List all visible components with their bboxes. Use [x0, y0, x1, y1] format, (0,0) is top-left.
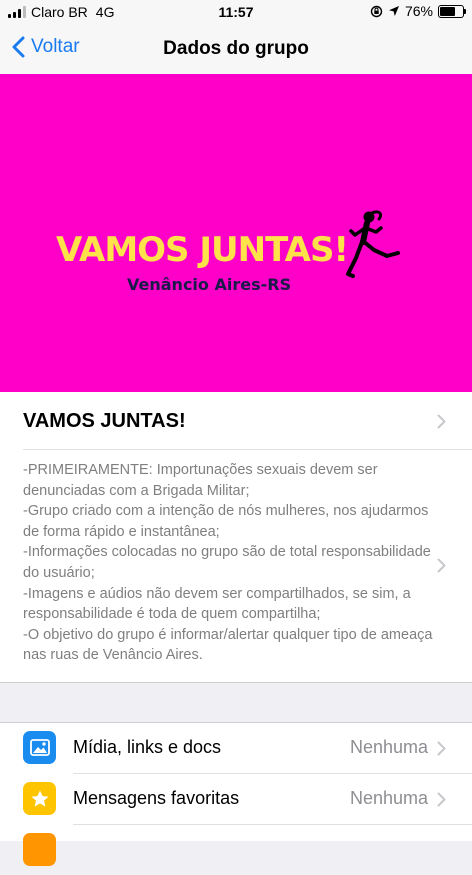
banner-subtitle: Venâncio Aires-RS: [127, 275, 292, 294]
menu-item-partial[interactable]: [0, 825, 472, 875]
status-bar: Claro BR 4G 11:57 76%: [0, 0, 472, 24]
menu-label: Mídia, links e docs: [73, 737, 222, 757]
description-line: -O objetivo do grupo é informar/alertar …: [23, 626, 433, 664]
media-icon-tile: [23, 731, 56, 764]
banner-title: VAMOS JUNTAS!: [56, 230, 349, 270]
description-line: -PRIMEIRAMENTE: Importunações sexuais de…: [23, 462, 378, 499]
group-name-row[interactable]: VAMOS JUNTAS!: [0, 392, 472, 449]
group-name: VAMOS JUNTAS!: [23, 410, 186, 432]
group-options-list: Mídia, links e docs Nenhuma Mensagens fa…: [0, 722, 472, 866]
group-photo[interactable]: VAMOS JUNTAS! Venâncio Aires-RS: [0, 74, 472, 392]
menu-label: Mensagens favoritas: [73, 788, 240, 808]
media-links-docs-item[interactable]: Mídia, links e docs Nenhuma: [0, 723, 472, 773]
chevron-right-icon: [437, 414, 446, 429]
battery-icon: [438, 4, 466, 18]
chevron-right-icon: [437, 558, 446, 573]
photo-icon: [29, 739, 50, 756]
navigation-bar: Voltar Dados do grupo: [0, 24, 472, 75]
runner-icon: [346, 210, 400, 278]
group-description-row[interactable]: -PRIMEIRAMENTE: Importunações sexuais de…: [0, 450, 472, 682]
partial-icon: [23, 833, 56, 866]
menu-value: Nenhuma: [349, 737, 428, 757]
group-info-card: VAMOS JUNTAS! -PRIMEIRAMENTE: Importunaç…: [0, 392, 472, 683]
starred-messages-item[interactable]: Mensagens favoritas Nenhuma: [0, 774, 472, 824]
chevron-right-icon: [437, 792, 446, 807]
chevron-right-icon: [437, 741, 446, 756]
page-title: Dados do grupo: [163, 38, 309, 59]
description-line: -Grupo criado com a intenção de nós mulh…: [23, 503, 429, 540]
battery-percent: 76%: [404, 3, 433, 19]
star-icon: [30, 790, 49, 807]
description-line: -Imagens e aúdios não devem ser comparti…: [23, 585, 411, 623]
description-line: -Informações colocadas no grupo são de t…: [23, 544, 431, 581]
status-right: 76%: [370, 3, 466, 19]
group-description: -PRIMEIRAMENTE: Importunações sexuais de…: [23, 460, 443, 666]
orientation-lock-icon: [370, 5, 383, 17]
menu-value: Nenhuma: [349, 788, 428, 808]
starred-icon-tile: [23, 782, 56, 815]
location-icon: [388, 6, 399, 16]
